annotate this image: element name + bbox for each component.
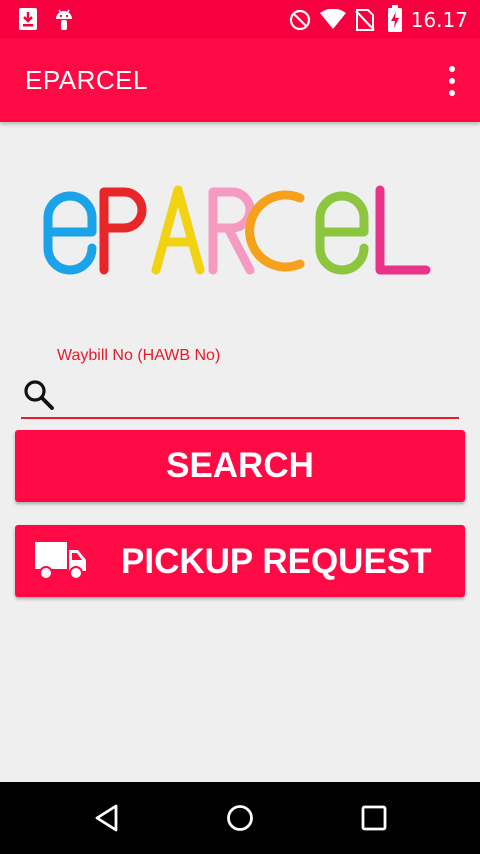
- do-not-disturb-icon: [289, 9, 311, 31]
- android-icon: [56, 9, 72, 30]
- eparcel-logo: [43, 185, 431, 275]
- waybill-label: Waybill No (HAWB No): [57, 347, 221, 364]
- download-icon: [19, 8, 37, 30]
- home-icon[interactable]: [222, 800, 258, 836]
- pickup-request-button-label: PICKUP REQUEST: [121, 542, 432, 581]
- status-time: 16.17: [410, 8, 468, 32]
- waybill-input[interactable]: [62, 376, 456, 414]
- app-title: EPARCEL: [25, 65, 148, 95]
- truck-icon: [35, 542, 86, 580]
- recents-icon[interactable]: [356, 800, 392, 836]
- search-button-label: SEARCH: [166, 446, 314, 485]
- search-button[interactable]: SEARCH: [15, 430, 465, 502]
- back-icon[interactable]: [89, 800, 125, 836]
- more-vert-icon[interactable]: [446, 66, 458, 96]
- status-bar: 16.17: [0, 0, 480, 38]
- no-sim-icon: [355, 9, 375, 31]
- app-bar: EPARCEL: [0, 38, 480, 122]
- search-icon: [24, 380, 54, 410]
- navigation-bar: [0, 782, 480, 854]
- pickup-request-button[interactable]: PICKUP REQUEST: [15, 525, 465, 597]
- battery-charging-icon: [388, 5, 402, 32]
- waybill-input-underline: [21, 417, 459, 419]
- wifi-icon: [320, 9, 346, 29]
